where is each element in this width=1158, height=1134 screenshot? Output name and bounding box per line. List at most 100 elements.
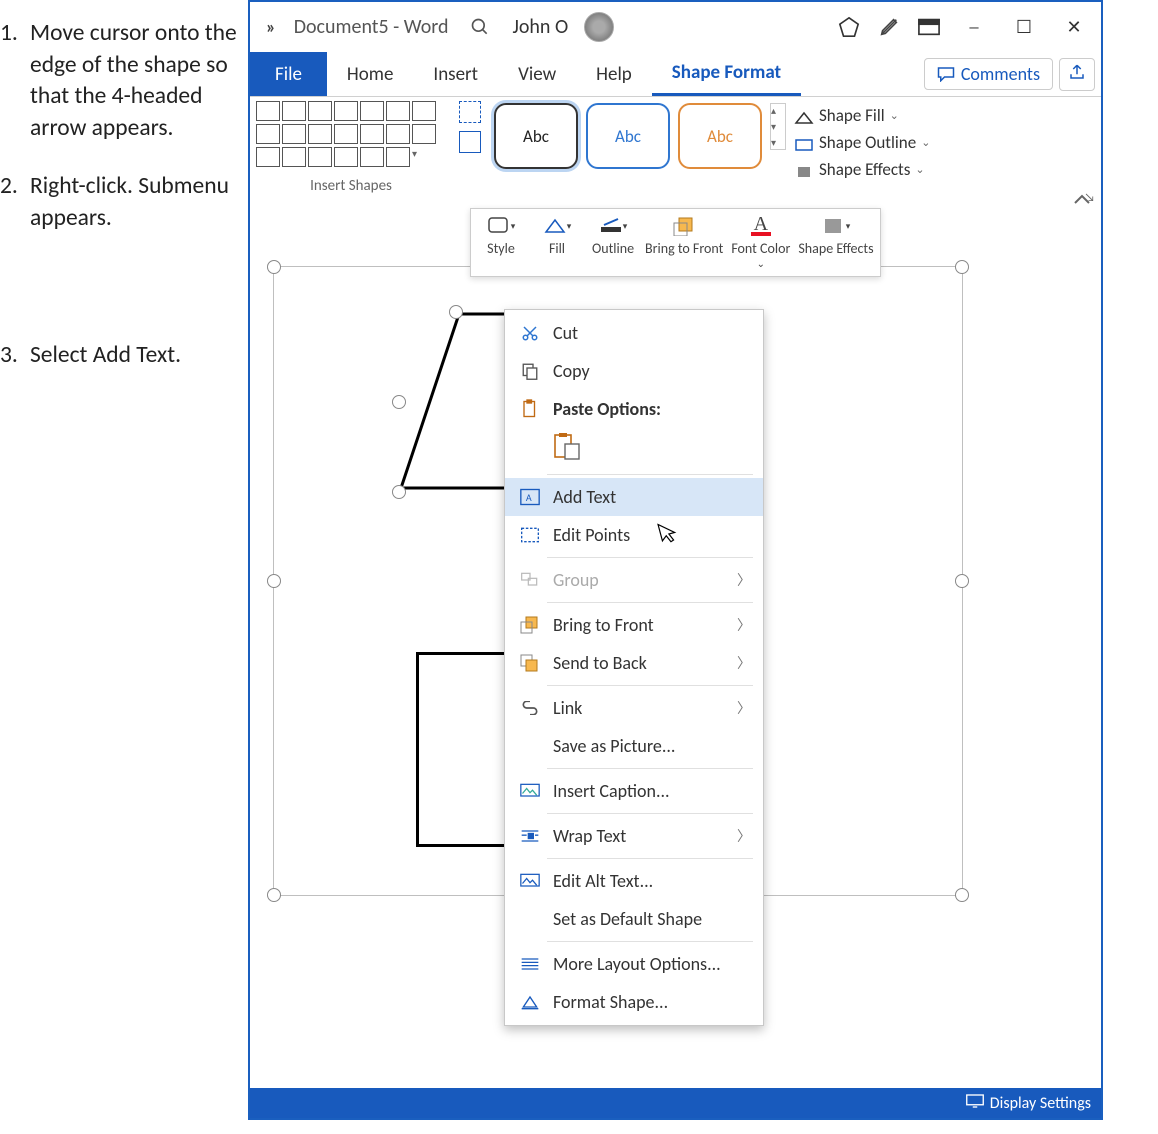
mini-shape-effects-button[interactable]: ▾ Shape Effects xyxy=(798,212,873,270)
tab-view[interactable]: View xyxy=(498,52,576,96)
resize-handle[interactable] xyxy=(955,260,969,274)
premium-icon[interactable] xyxy=(829,7,869,47)
step-text: Select Add Text. xyxy=(30,340,242,372)
ribbon-tabs: File Home Insert View Help Shape Format … xyxy=(250,52,1101,97)
tab-file[interactable]: File xyxy=(250,52,327,96)
overflow-toggle-icon[interactable]: » xyxy=(260,16,282,38)
shape-effects-button[interactable]: Shape Effects⌄ xyxy=(794,159,930,180)
ctx-insert-caption[interactable]: Insert Caption... xyxy=(505,772,763,810)
display-settings-label[interactable]: Display Settings xyxy=(990,1094,1091,1113)
tab-insert[interactable]: Insert xyxy=(413,52,498,96)
copy-icon xyxy=(519,361,541,381)
ctx-add-text[interactable]: A Add Text xyxy=(505,478,763,516)
insert-shapes-label: Insert Shapes xyxy=(256,167,446,195)
paste-icon xyxy=(519,399,541,419)
resize-handle[interactable] xyxy=(955,574,969,588)
add-text-icon: A xyxy=(519,487,541,507)
mini-toolbar: ▾ Style ▾ Fill ▾ Outline Bring to Front … xyxy=(470,208,881,277)
shape-handle[interactable] xyxy=(392,395,406,409)
ctx-copy[interactable]: Copy xyxy=(505,352,763,390)
wrap-text-icon xyxy=(519,826,541,846)
ctx-more-layout-options[interactable]: More Layout Options... xyxy=(505,945,763,983)
document-canvas[interactable]: Cut Copy Paste Options: A xyxy=(258,266,1093,1082)
step-text: Right-click. Submenu appears. xyxy=(30,171,242,234)
ctx-send-to-back[interactable]: Send to Back 〉 xyxy=(505,644,763,682)
pen-icon[interactable] xyxy=(869,7,909,47)
resize-handle[interactable] xyxy=(267,260,281,274)
instruction-panel: 1.Move cursor onto the edge of the shape… xyxy=(0,0,248,1120)
cut-icon xyxy=(519,323,541,343)
share-button[interactable] xyxy=(1059,58,1095,91)
tab-shape-format[interactable]: Shape Format xyxy=(652,52,801,96)
comments-label: Comments xyxy=(961,63,1040,85)
ribbon-display-icon[interactable] xyxy=(909,7,949,47)
format-shape-icon xyxy=(519,992,541,1012)
edit-points-icon xyxy=(519,525,541,545)
chevron-right-icon: 〉 xyxy=(737,653,751,673)
ctx-edit-points[interactable]: Edit Points xyxy=(505,516,763,554)
insert-caption-icon xyxy=(519,781,541,801)
group-icon xyxy=(519,570,541,590)
gallery-spinner[interactable]: ▴▾▾ xyxy=(770,103,786,150)
close-button[interactable]: ✕ xyxy=(1049,6,1099,48)
step-number: 2. xyxy=(0,171,30,234)
ctx-paste-option[interactable] xyxy=(505,428,763,471)
step-text: Move cursor onto the edge of the shape s… xyxy=(30,18,242,145)
ctx-bring-to-front[interactable]: Bring to Front 〉 xyxy=(505,606,763,644)
chevron-right-icon: 〉 xyxy=(737,698,751,718)
shape-fill-button[interactable]: Shape Fill⌄ xyxy=(794,105,930,126)
alt-text-icon xyxy=(519,871,541,891)
context-menu: Cut Copy Paste Options: A xyxy=(504,309,764,1026)
ctx-format-shape[interactable]: Format Shape... xyxy=(505,983,763,1021)
shapes-gallery[interactable]: ▾ xyxy=(256,101,446,167)
display-settings-icon[interactable] xyxy=(966,1094,984,1112)
style-preset-3[interactable]: Abc xyxy=(678,103,762,169)
bring-to-front-icon xyxy=(519,615,541,635)
mini-bring-to-front-button[interactable]: Bring to Front xyxy=(645,212,723,270)
shape-outline-button[interactable]: Shape Outline⌄ xyxy=(794,132,930,153)
tab-home[interactable]: Home xyxy=(327,52,414,96)
document-title: Document5 - Word xyxy=(286,15,457,39)
minimize-button[interactable]: ─ xyxy=(949,6,999,48)
user-name: John O xyxy=(504,15,576,39)
insert-shapes-group: ▾ Insert Shapes xyxy=(250,97,450,207)
ctx-set-default-shape[interactable]: Set as Default Shape xyxy=(505,900,763,938)
status-bar: Display Settings xyxy=(250,1088,1101,1118)
resize-handle[interactable] xyxy=(955,888,969,902)
ctx-edit-alt-text[interactable]: Edit Alt Text... xyxy=(505,862,763,900)
mini-fill-button[interactable]: ▾ Fill xyxy=(533,212,581,270)
text-box-icon[interactable] xyxy=(459,131,481,153)
chevron-right-icon: 〉 xyxy=(737,826,751,846)
shape-styles-group: Abc Abc Abc ▴▾▾ Shape Fill⌄ Shape Outlin… xyxy=(490,97,1101,207)
mini-font-color-button[interactable]: A Font Color⌄ xyxy=(731,212,790,270)
chevron-right-icon: 〉 xyxy=(737,615,751,635)
ctx-paste-options-header: Paste Options: xyxy=(505,390,763,428)
resize-handle[interactable] xyxy=(267,574,281,588)
ctx-cut[interactable]: Cut xyxy=(505,314,763,352)
ctx-save-as-picture[interactable]: Save as Picture... xyxy=(505,727,763,765)
svg-text:A: A xyxy=(526,491,532,504)
send-to-back-icon xyxy=(519,653,541,673)
mini-style-button[interactable]: ▾ Style xyxy=(477,212,525,270)
shape-handle[interactable] xyxy=(392,485,406,499)
style-preset-2[interactable]: Abc xyxy=(586,103,670,169)
step-number: 1. xyxy=(0,18,30,145)
selection-bounds[interactable]: Cut Copy Paste Options: A xyxy=(273,266,963,896)
ribbon-content: ▾ Insert Shapes Abc Abc Abc ▴▾▾ Shape Fi… xyxy=(250,97,1101,207)
layout-icon xyxy=(519,954,541,974)
search-icon[interactable] xyxy=(460,7,500,47)
collapse-ribbon-icon[interactable] xyxy=(1073,192,1091,209)
mini-outline-button[interactable]: ▾ Outline xyxy=(589,212,637,270)
ctx-link[interactable]: Link 〉 xyxy=(505,689,763,727)
word-window: » Document5 - Word John O ─ ☐ xyxy=(248,0,1103,1120)
resize-handle[interactable] xyxy=(267,888,281,902)
ctx-wrap-text[interactable]: Wrap Text 〉 xyxy=(505,817,763,855)
comments-button[interactable]: Comments xyxy=(924,58,1053,90)
edit-shape-icon[interactable] xyxy=(459,101,481,123)
style-preset-1[interactable]: Abc xyxy=(494,103,578,169)
tab-help[interactable]: Help xyxy=(576,52,652,96)
link-icon xyxy=(519,698,541,718)
maximize-button[interactable]: ☐ xyxy=(999,6,1049,48)
avatar[interactable] xyxy=(584,12,614,42)
shape-handle[interactable] xyxy=(449,305,463,319)
